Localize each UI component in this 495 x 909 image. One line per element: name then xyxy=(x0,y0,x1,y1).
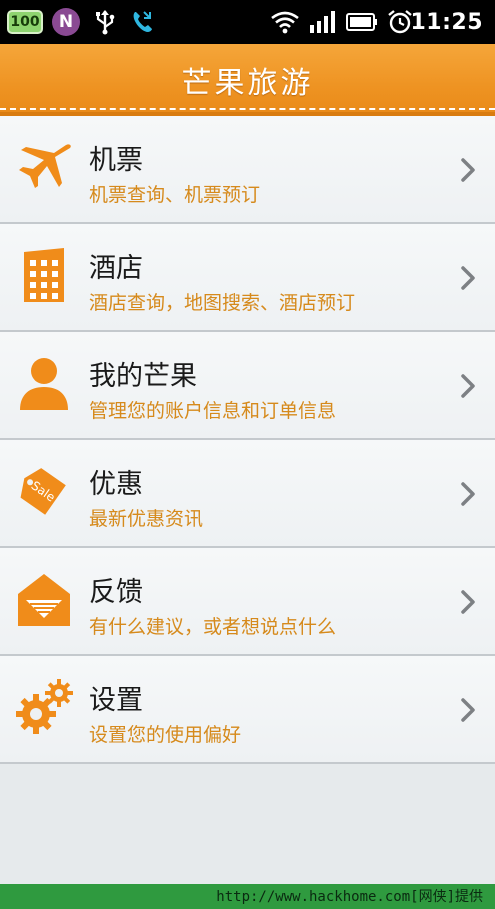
menu-item-flights[interactable]: 机票 机票查询、机票预订 xyxy=(0,116,495,224)
header-dashed-divider xyxy=(0,108,495,110)
app-header: 芒果旅游 xyxy=(0,44,495,116)
menu-item-title: 酒店 xyxy=(89,253,143,284)
menu-item-my-mango[interactable]: 我的芒果 管理您的账户信息和订单信息 xyxy=(0,332,495,440)
menu-item-title: 反馈 xyxy=(89,577,143,608)
battery-badge: 100 xyxy=(6,0,44,44)
chevron-right-icon xyxy=(459,480,477,508)
battery-level-label: 100 xyxy=(7,10,43,34)
menu-item-subtitle: 管理您的账户信息和订单信息 xyxy=(89,400,337,422)
person-icon xyxy=(14,354,74,414)
menu-item-settings[interactable]: 设置 设置您的使用偏好 xyxy=(0,656,495,764)
gears-icon xyxy=(14,678,74,738)
signal-icon xyxy=(308,0,336,44)
clock-time: 11:25 xyxy=(410,9,483,35)
n-badge-label: N xyxy=(52,8,80,36)
watermark-text: http://www.hackhome.com[网侠]提供 xyxy=(216,889,483,905)
airplane-icon xyxy=(14,138,74,198)
chevron-right-icon xyxy=(459,156,477,184)
notification-n-icon: N xyxy=(50,0,82,44)
menu-item-deals[interactable]: Sale 优惠 最新优惠资讯 xyxy=(0,440,495,548)
hotel-building-icon xyxy=(14,246,74,306)
chevron-right-icon xyxy=(459,372,477,400)
chevron-right-icon xyxy=(459,264,477,292)
main-menu: 机票 机票查询、机票预订 酒店 酒店查询，地图搜索、酒店预订 我的芒果 管理您的… xyxy=(0,116,495,764)
usb-icon xyxy=(92,0,118,44)
menu-item-title: 我的芒果 xyxy=(89,361,197,392)
menu-item-title: 机票 xyxy=(89,145,143,176)
page-title: 芒果旅游 xyxy=(181,66,314,101)
missed-call-icon xyxy=(128,0,158,44)
chevron-right-icon xyxy=(459,696,477,724)
menu-item-title: 优惠 xyxy=(89,469,143,500)
menu-item-subtitle: 酒店查询，地图搜索、酒店预订 xyxy=(89,292,356,314)
menu-item-subtitle: 机票查询、机票预订 xyxy=(89,184,261,206)
menu-item-feedback[interactable]: 反馈 有什么建议，或者想说点什么 xyxy=(0,548,495,656)
menu-item-title: 设置 xyxy=(89,685,143,716)
menu-item-subtitle: 有什么建议，或者想说点什么 xyxy=(89,616,337,638)
menu-item-subtitle: 最新优惠资讯 xyxy=(89,508,204,530)
wifi-icon xyxy=(268,0,302,44)
envelope-icon xyxy=(14,570,74,630)
sale-tag-icon: Sale xyxy=(14,462,74,522)
chevron-right-icon xyxy=(459,588,477,616)
menu-item-hotels[interactable]: 酒店 酒店查询，地图搜索、酒店预订 xyxy=(0,224,495,332)
menu-item-subtitle: 设置您的使用偏好 xyxy=(89,724,242,746)
battery-icon xyxy=(344,0,380,44)
app-screen: 100 N 11:25 芒果旅游 机票 机票查询、机票预订 酒店 酒店查询，地图… xyxy=(0,0,495,884)
status-bar: 100 N 11:25 xyxy=(0,0,495,44)
